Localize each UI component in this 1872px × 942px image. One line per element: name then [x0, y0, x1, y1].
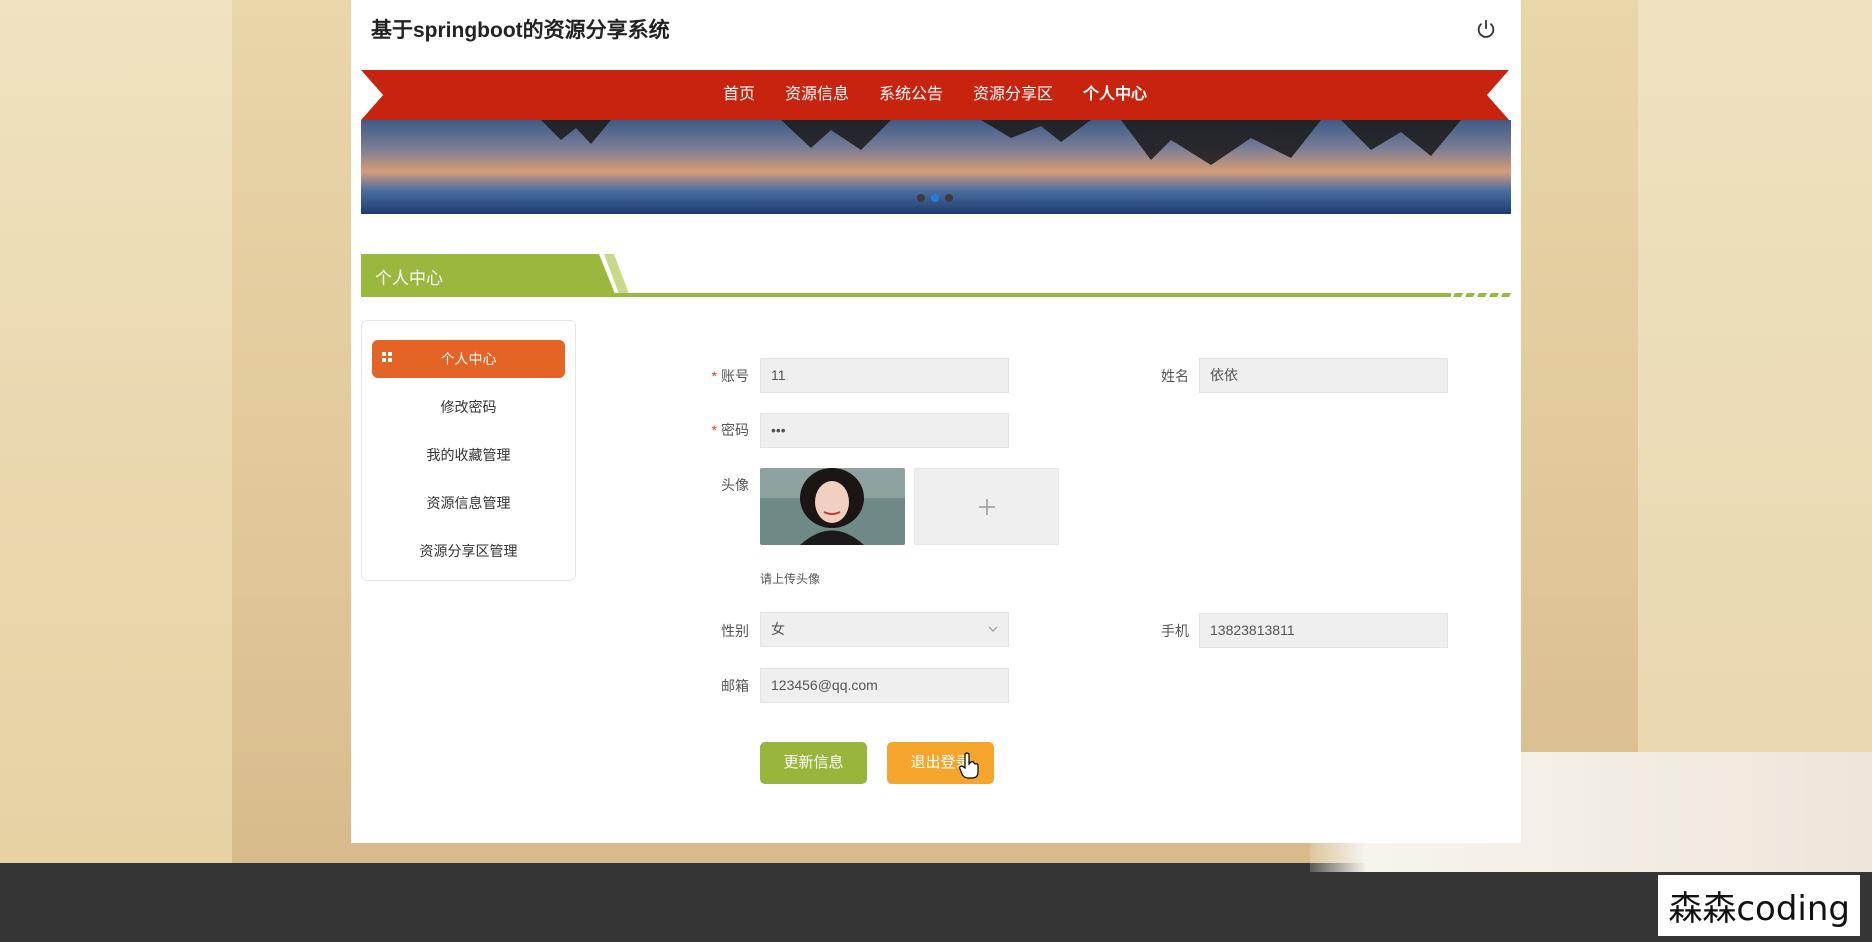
phone-field[interactable]: 13823813811 — [1199, 613, 1448, 648]
avatar-upload-button[interactable] — [914, 468, 1059, 545]
main-nav: 首页 资源信息 系统公告 资源分享区 个人中心 — [361, 70, 1509, 120]
sidebar-item-label: 修改密码 — [440, 399, 497, 415]
avatar-upload-hint: 请上传头像 — [760, 572, 821, 586]
section-title: 个人中心 — [375, 269, 443, 288]
nav-item-home[interactable]: 首页 — [708, 70, 770, 120]
name-label: 姓名 — [1161, 368, 1189, 384]
account-label-text: 账号 — [721, 368, 749, 384]
sidebar-item-favorites[interactable]: 我的收藏管理 — [372, 436, 565, 474]
hand-cursor-icon — [959, 752, 979, 779]
name-field[interactable]: 依依 — [1199, 358, 1448, 393]
email-field[interactable]: 123456@qq.com — [760, 668, 1009, 703]
background-right — [1638, 0, 1872, 863]
site-title: 基于springboot的资源分享系统 — [371, 19, 670, 42]
password-label: * 密码 — [679, 420, 749, 440]
password-label-text: 密码 — [721, 422, 749, 438]
sidebar-item-profile[interactable]: 个人中心 — [372, 340, 565, 378]
carousel-dot[interactable] — [945, 194, 953, 202]
avatar-image[interactable] — [760, 468, 905, 545]
bottom-bar — [0, 863, 1872, 942]
nav-item-share-zone[interactable]: 资源分享区 — [958, 70, 1068, 120]
nav-item-profile[interactable]: 个人中心 — [1068, 70, 1162, 120]
phone-label: 手机 — [1161, 623, 1189, 639]
gender-select[interactable]: 女 — [760, 612, 1009, 647]
section-header: 个人中心 — [361, 254, 1511, 298]
background-left — [0, 0, 232, 863]
update-info-button[interactable]: 更新信息 — [760, 742, 867, 784]
sidebar: 个人中心 修改密码 我的收藏管理 资源信息管理 资源分享区管理 — [361, 320, 576, 581]
gender-value: 女 — [771, 621, 785, 637]
account-label: * 账号 — [679, 366, 749, 386]
section-header-shape — [361, 254, 1511, 297]
carousel-dot-active[interactable] — [931, 194, 939, 202]
email-label: 邮箱 — [721, 678, 749, 694]
grid-icon — [382, 352, 392, 362]
watermark: 森森coding — [1658, 875, 1860, 936]
sidebar-item-label: 个人中心 — [440, 351, 497, 367]
nav-item-resources[interactable]: 资源信息 — [770, 70, 864, 120]
carousel-dots — [917, 194, 953, 202]
password-field[interactable]: ••• — [760, 413, 1009, 448]
carousel-dot[interactable] — [917, 194, 925, 202]
nav-item-announcements[interactable]: 系统公告 — [864, 70, 958, 120]
avatar-label: 头像 — [721, 477, 749, 493]
power-icon[interactable] — [1475, 18, 1497, 40]
sidebar-item-resource-management[interactable]: 资源信息管理 — [372, 484, 565, 522]
sidebar-item-label: 我的收藏管理 — [426, 447, 511, 463]
sidebar-item-share-zone-management[interactable]: 资源分享区管理 — [372, 532, 565, 570]
required-mark: * — [711, 368, 717, 384]
sidebar-item-change-password[interactable]: 修改密码 — [372, 388, 565, 426]
banner-carousel[interactable] — [361, 120, 1511, 214]
chevron-down-icon — [988, 626, 998, 632]
required-mark: * — [711, 422, 717, 438]
sidebar-item-label: 资源分享区管理 — [419, 543, 518, 559]
main-container: 基于springboot的资源分享系统 首页 资源信息 系统公告 资源分享区 个… — [351, 0, 1521, 843]
account-field[interactable]: 11 — [760, 358, 1009, 393]
sidebar-item-label: 资源信息管理 — [426, 495, 511, 511]
plus-icon — [978, 498, 995, 515]
gender-label: 性别 — [721, 623, 749, 639]
